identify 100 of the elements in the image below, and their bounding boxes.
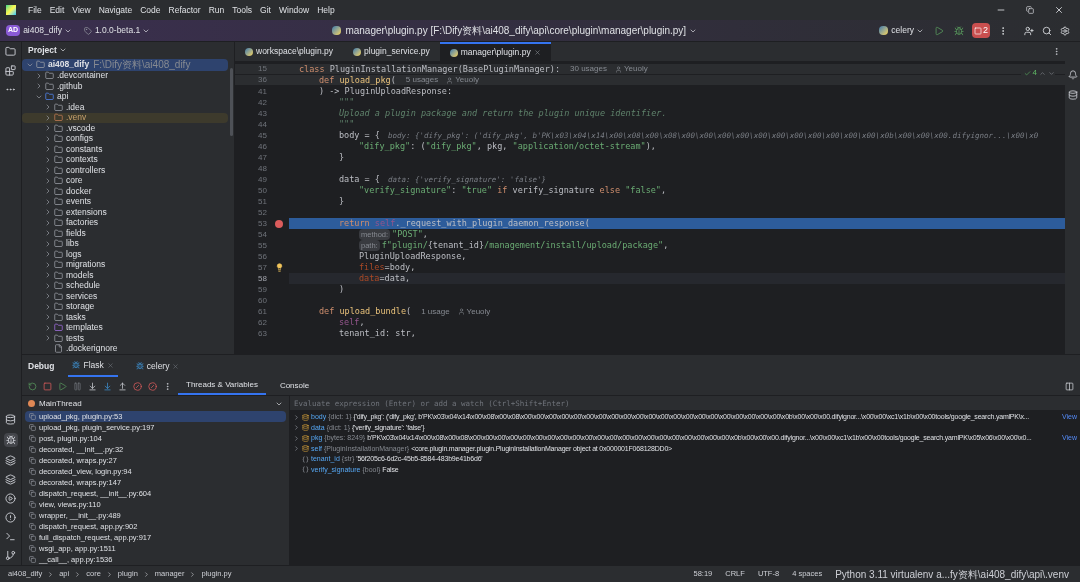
tree-item[interactable]: models [22,270,228,281]
tree-item[interactable]: events [22,196,228,207]
panel-tab[interactable]: Console [271,377,318,395]
tree-item[interactable]: migrations [22,259,228,270]
debug-icon[interactable] [954,25,964,36]
more-icon[interactable] [163,381,172,391]
tree-item[interactable]: .devcontainer [22,70,228,81]
more-icon[interactable] [1052,47,1061,56]
tree-item[interactable]: api [22,91,228,102]
chevron-right-icon[interactable] [44,239,52,248]
chevron-right-icon[interactable] [44,323,52,332]
tree-item[interactable]: tests [22,333,228,344]
chevron-right-icon[interactable] [35,71,43,80]
layers-icon[interactable] [5,474,16,485]
author-hint[interactable]: Yeuoly [455,75,479,85]
project-icon[interactable] [5,46,16,57]
tree-item[interactable]: .idea [22,102,228,113]
chevron-right-icon[interactable] [44,155,52,164]
tree-item[interactable]: libs [22,238,228,249]
tree-item[interactable]: .venv [22,112,228,123]
thread-selector[interactable]: MainThread [25,396,286,411]
scrollbar[interactable] [230,68,233,136]
tree-item[interactable]: tasks [22,312,228,323]
menu-item[interactable]: Git [256,3,275,17]
restore-icon[interactable] [1026,6,1034,14]
editor-tab[interactable]: manager\plugin.py [439,42,551,61]
search-icon[interactable] [1042,25,1052,36]
menu-item[interactable]: Code [136,3,165,17]
chevron-right-icon[interactable] [44,176,52,185]
problems-icon[interactable] [5,512,16,523]
menu-item[interactable]: View [68,3,95,17]
notifications-icon[interactable] [1067,70,1078,80]
usage-count[interactable]: 1 usage [421,306,450,317]
terminal-icon[interactable] [5,531,16,542]
chevron-right-icon[interactable] [44,229,52,238]
run-icon[interactable] [934,25,944,36]
panel-title[interactable]: Project [28,43,67,57]
tree-item[interactable]: docker [22,186,228,197]
tree-item[interactable]: .vscode [22,123,228,134]
services-icon[interactable] [5,493,16,504]
project-selector[interactable]: ai408_dify [23,24,72,37]
tree-item[interactable]: storage [22,301,228,312]
tree-item[interactable]: core [22,175,228,186]
python-packages-icon[interactable] [5,455,16,466]
chevron-right-icon[interactable] [44,218,52,227]
tree-item[interactable]: configs [22,133,228,144]
menu-item[interactable]: Run [204,3,229,17]
branch-selector[interactable]: 1.0.0-beta.1 [94,24,151,37]
settings-icon[interactable] [1060,25,1070,36]
author-hint[interactable]: Yeuoly [623,64,648,74]
editor-tab[interactable]: plugin_service.py [343,42,440,61]
editor-tab[interactable]: workspace\plugin.py [235,42,343,61]
menu-item[interactable]: Edit [45,3,69,17]
stop-icon[interactable] [43,381,52,391]
resume-icon[interactable] [58,381,67,391]
tree-item[interactable]: contexts [22,154,228,165]
chevron-right-icon[interactable] [44,145,52,154]
chevron-right-icon[interactable] [44,271,52,280]
tree-item[interactable]: fields [22,228,228,239]
tree-item[interactable]: controllers [22,165,228,176]
tree-item[interactable]: factories [22,217,228,228]
chevron-right-icon[interactable] [44,313,52,322]
lightbulb-icon[interactable] [274,263,284,272]
chevron-right-icon[interactable] [44,187,52,196]
run-config-selector[interactable]: celery [891,24,924,37]
menu-item[interactable]: Help [313,3,339,17]
rerun-icon[interactable] [28,381,37,391]
chevron-right-icon[interactable] [44,302,52,311]
breakpoints-icon[interactable] [133,381,142,391]
breakpoint-icon[interactable] [275,219,283,228]
step-into-icon[interactable] [103,381,112,391]
tree-item[interactable]: constants [22,144,228,155]
menu-item[interactable]: Window [274,3,314,17]
pause-icon[interactable] [73,381,82,391]
chevron-right-icon[interactable] [44,334,52,343]
chevron-right-icon[interactable] [293,445,300,453]
chevron-right-icon[interactable] [44,281,52,290]
session-tab[interactable]: Flask [68,355,118,377]
chevron-right-icon[interactable] [44,134,52,143]
database-icon[interactable] [5,414,16,425]
chevron-right-icon[interactable] [44,113,52,122]
git-icon[interactable] [5,550,16,561]
chevron-right-icon[interactable] [44,197,52,206]
session-tab[interactable]: celery [131,355,184,377]
tree-item[interactable]: logs [22,249,228,260]
tree-item[interactable]: .dockerignore [22,343,228,354]
step-out-icon[interactable] [118,381,127,391]
tree-item[interactable]: ai408_dify F:\Dify资料\ai408_dify [22,58,228,71]
python-interpreter[interactable]: Python 3.11 virtualenv a...fy资料\ai408_dify\api\.venv [830,566,1074,582]
menu-item[interactable]: File [24,3,46,17]
database-icon[interactable] [1067,90,1078,100]
tree-item[interactable]: .github [22,81,228,92]
menu-item[interactable]: Navigate [94,3,137,17]
stop-button[interactable]: 2 [972,23,990,38]
chevron-right-icon[interactable] [44,292,52,301]
chevron-right-icon[interactable] [44,260,52,269]
chevron-right-icon[interactable] [44,166,52,175]
mute-breakpoints-icon[interactable] [148,381,157,391]
chevron-right-icon[interactable] [35,82,43,91]
step-over-icon[interactable] [88,381,97,391]
